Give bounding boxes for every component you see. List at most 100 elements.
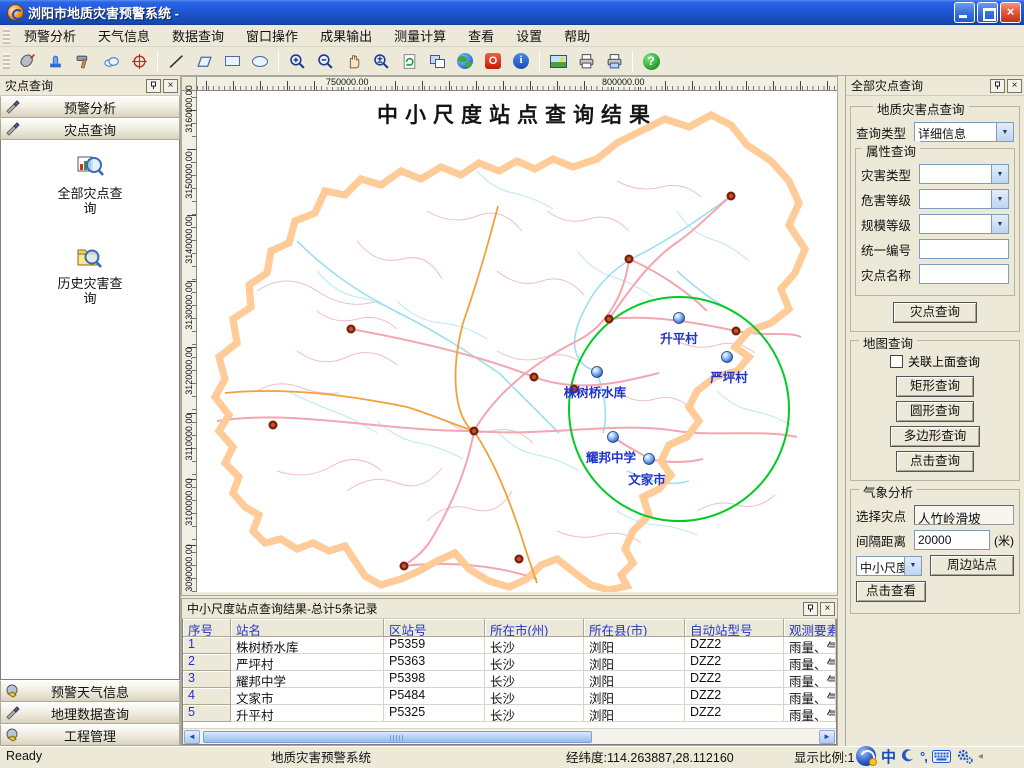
zoom-extent-icon[interactable] bbox=[369, 49, 393, 73]
distance-field[interactable] bbox=[914, 530, 990, 550]
menu-weather-info[interactable]: 天气信息 bbox=[87, 24, 161, 47]
col-header[interactable]: 区站号 bbox=[384, 619, 485, 637]
col-header[interactable]: 观测要素 bbox=[784, 619, 836, 637]
table-row[interactable]: 5升平村P5325长沙浏阳DZZ2雨量、气 bbox=[183, 705, 836, 722]
chevron-down-icon[interactable]: ▼ bbox=[991, 215, 1008, 233]
map-canvas[interactable]: 升平村 严坪村 株树桥水库 耀邦中学 文家市 中小尺度站点查询结果 bbox=[197, 91, 837, 592]
map-export-icon[interactable] bbox=[546, 49, 570, 73]
hazard-level-select[interactable]: ▼ bbox=[919, 189, 1009, 209]
pan-hand-icon[interactable] bbox=[341, 49, 365, 73]
disaster-query-button[interactable]: 灾点查询 bbox=[893, 302, 977, 323]
scroll-right-icon[interactable]: ► bbox=[819, 730, 835, 744]
menu-data-query[interactable]: 数据查询 bbox=[161, 24, 235, 47]
stamp-tool-icon[interactable] bbox=[43, 49, 67, 73]
link-query-checkbox[interactable] bbox=[890, 355, 903, 368]
stop-icon[interactable]: O bbox=[481, 49, 505, 73]
sidebar-section-geodata-query[interactable]: 地理数据查询 bbox=[0, 702, 180, 724]
pin-icon[interactable] bbox=[990, 79, 1005, 93]
polygon-tool-icon[interactable] bbox=[192, 49, 216, 73]
crosshair-tool-icon[interactable] bbox=[127, 49, 151, 73]
settings-gear-icon[interactable] bbox=[956, 748, 973, 764]
ime-punctuation-toggle[interactable]: °, bbox=[920, 749, 927, 764]
close-icon[interactable]: × bbox=[1007, 79, 1022, 93]
menu-grip[interactable] bbox=[3, 28, 10, 44]
sidebar-section-warning-weather[interactable]: 预警天气信息 bbox=[0, 680, 180, 702]
circle-query-button[interactable]: 圆形查询 bbox=[896, 401, 974, 422]
close-icon[interactable]: × bbox=[163, 79, 178, 93]
scroll-left-icon[interactable]: ◄ bbox=[184, 730, 200, 744]
scrollbar-thumb[interactable] bbox=[203, 731, 592, 743]
sidebar-item-all-disaster-query[interactable]: 全部灾点查询 bbox=[45, 152, 135, 216]
status-system-name: 地质灾害预警系统 bbox=[265, 747, 560, 766]
menu-view[interactable]: 查看 bbox=[457, 24, 505, 47]
unified-id-field[interactable] bbox=[919, 239, 1009, 259]
chevron-down-icon[interactable]: ▼ bbox=[996, 123, 1013, 141]
rect-query-button[interactable]: 矩形查询 bbox=[896, 376, 974, 397]
satellite-tool-icon[interactable] bbox=[15, 49, 39, 73]
minimize-button[interactable] bbox=[954, 2, 975, 23]
point-name-field[interactable] bbox=[919, 264, 1009, 284]
nearby-stations-button[interactable]: 周边站点 bbox=[930, 555, 1014, 576]
pin-icon[interactable] bbox=[803, 602, 818, 616]
sidebar-section-project-mgmt[interactable]: 工程管理 bbox=[0, 724, 180, 746]
menu-help[interactable]: 帮助 bbox=[553, 24, 601, 47]
print-icon[interactable] bbox=[574, 49, 598, 73]
ime-mode-toggle[interactable]: 中 bbox=[881, 746, 896, 767]
menu-settings[interactable]: 设置 bbox=[505, 24, 553, 47]
restore-button[interactable] bbox=[977, 2, 998, 23]
col-header[interactable]: 序号 bbox=[183, 619, 231, 637]
toolbar-grip[interactable] bbox=[3, 53, 10, 69]
keyboard-icon[interactable] bbox=[932, 750, 951, 763]
query-type-select[interactable]: 详细信息 ▼ bbox=[914, 122, 1014, 142]
table-row[interactable]: 4文家市P5484长沙浏阳DZZ2雨量、气 bbox=[183, 688, 836, 705]
ruler-y-label: 3160000.00 bbox=[184, 81, 194, 137]
close-button[interactable]: × bbox=[1000, 2, 1021, 23]
menu-warning-analysis[interactable]: 预警分析 bbox=[13, 24, 87, 47]
pin-icon[interactable] bbox=[146, 79, 161, 93]
ruler-y-label: 3120000.00 bbox=[184, 343, 194, 399]
station-marker bbox=[644, 454, 655, 465]
col-header[interactable]: 自动站型号 bbox=[685, 619, 784, 637]
col-header[interactable]: 所在县(市) bbox=[584, 619, 685, 637]
sidebar-section-warning-analysis[interactable]: 预警分析 bbox=[0, 96, 180, 118]
print-setup-icon[interactable] bbox=[602, 49, 626, 73]
sidebar-section-disaster-query[interactable]: 灾点查询 bbox=[0, 118, 180, 140]
scale-select[interactable]: 中小尺度 ▼ bbox=[856, 556, 922, 576]
status-coordinates: 经纬度:114.263887,28.112160 bbox=[560, 747, 788, 766]
col-header[interactable]: 所在市(州) bbox=[485, 619, 584, 637]
view-button[interactable]: 点击查看 bbox=[856, 581, 926, 602]
close-icon[interactable]: × bbox=[820, 602, 835, 616]
menu-output[interactable]: 成果输出 bbox=[309, 24, 383, 47]
zoom-in-icon[interactable] bbox=[285, 49, 309, 73]
col-header[interactable]: 站名 bbox=[231, 619, 384, 637]
brush-icon bbox=[5, 99, 21, 115]
chevron-down-icon[interactable]: ▼ bbox=[991, 190, 1008, 208]
help-icon[interactable]: ? bbox=[639, 49, 663, 73]
ellipse-tool-icon[interactable] bbox=[248, 49, 272, 73]
zoom-out-icon[interactable] bbox=[313, 49, 337, 73]
table-row[interactable]: 1株树桥水库P5359长沙浏阳DZZ2雨量、气 bbox=[183, 637, 836, 654]
cloud-tool-icon[interactable] bbox=[99, 49, 123, 73]
table-row[interactable]: 2严坪村P5363长沙浏阳DZZ2雨量、气 bbox=[183, 654, 836, 671]
table-horizontal-scrollbar[interactable]: ◄ ► bbox=[183, 728, 836, 744]
globe-icon[interactable] bbox=[453, 49, 477, 73]
menu-window-ops[interactable]: 窗口操作 bbox=[235, 24, 309, 47]
copy-layers-icon[interactable] bbox=[425, 49, 449, 73]
chevron-down-icon[interactable]: ▼ bbox=[991, 165, 1008, 183]
scale-level-select[interactable]: ▼ bbox=[919, 214, 1009, 234]
hammer-tool-icon[interactable] bbox=[71, 49, 95, 73]
disaster-type-select[interactable]: ▼ bbox=[919, 164, 1009, 184]
tray-collapse-icon[interactable]: ◂ bbox=[978, 751, 983, 762]
table-row[interactable]: 3耀邦中学P5398长沙浏阳DZZ2雨量、气 bbox=[183, 671, 836, 688]
rectangle-tool-icon[interactable] bbox=[220, 49, 244, 73]
chevron-down-icon[interactable]: ▼ bbox=[904, 557, 921, 575]
click-query-button[interactable]: 点击查询 bbox=[896, 451, 974, 472]
polygon-query-button[interactable]: 多边形查询 bbox=[890, 426, 980, 447]
line-tool-icon[interactable] bbox=[164, 49, 188, 73]
refresh-view-icon[interactable] bbox=[397, 49, 421, 73]
info-icon[interactable]: i bbox=[509, 49, 533, 73]
sidebar-item-history-disaster-query[interactable]: 历史灾害查询 bbox=[45, 242, 135, 306]
menu-measure[interactable]: 测量计算 bbox=[383, 24, 457, 47]
ime-logo-icon[interactable] bbox=[856, 746, 876, 766]
moon-icon[interactable] bbox=[901, 749, 915, 763]
